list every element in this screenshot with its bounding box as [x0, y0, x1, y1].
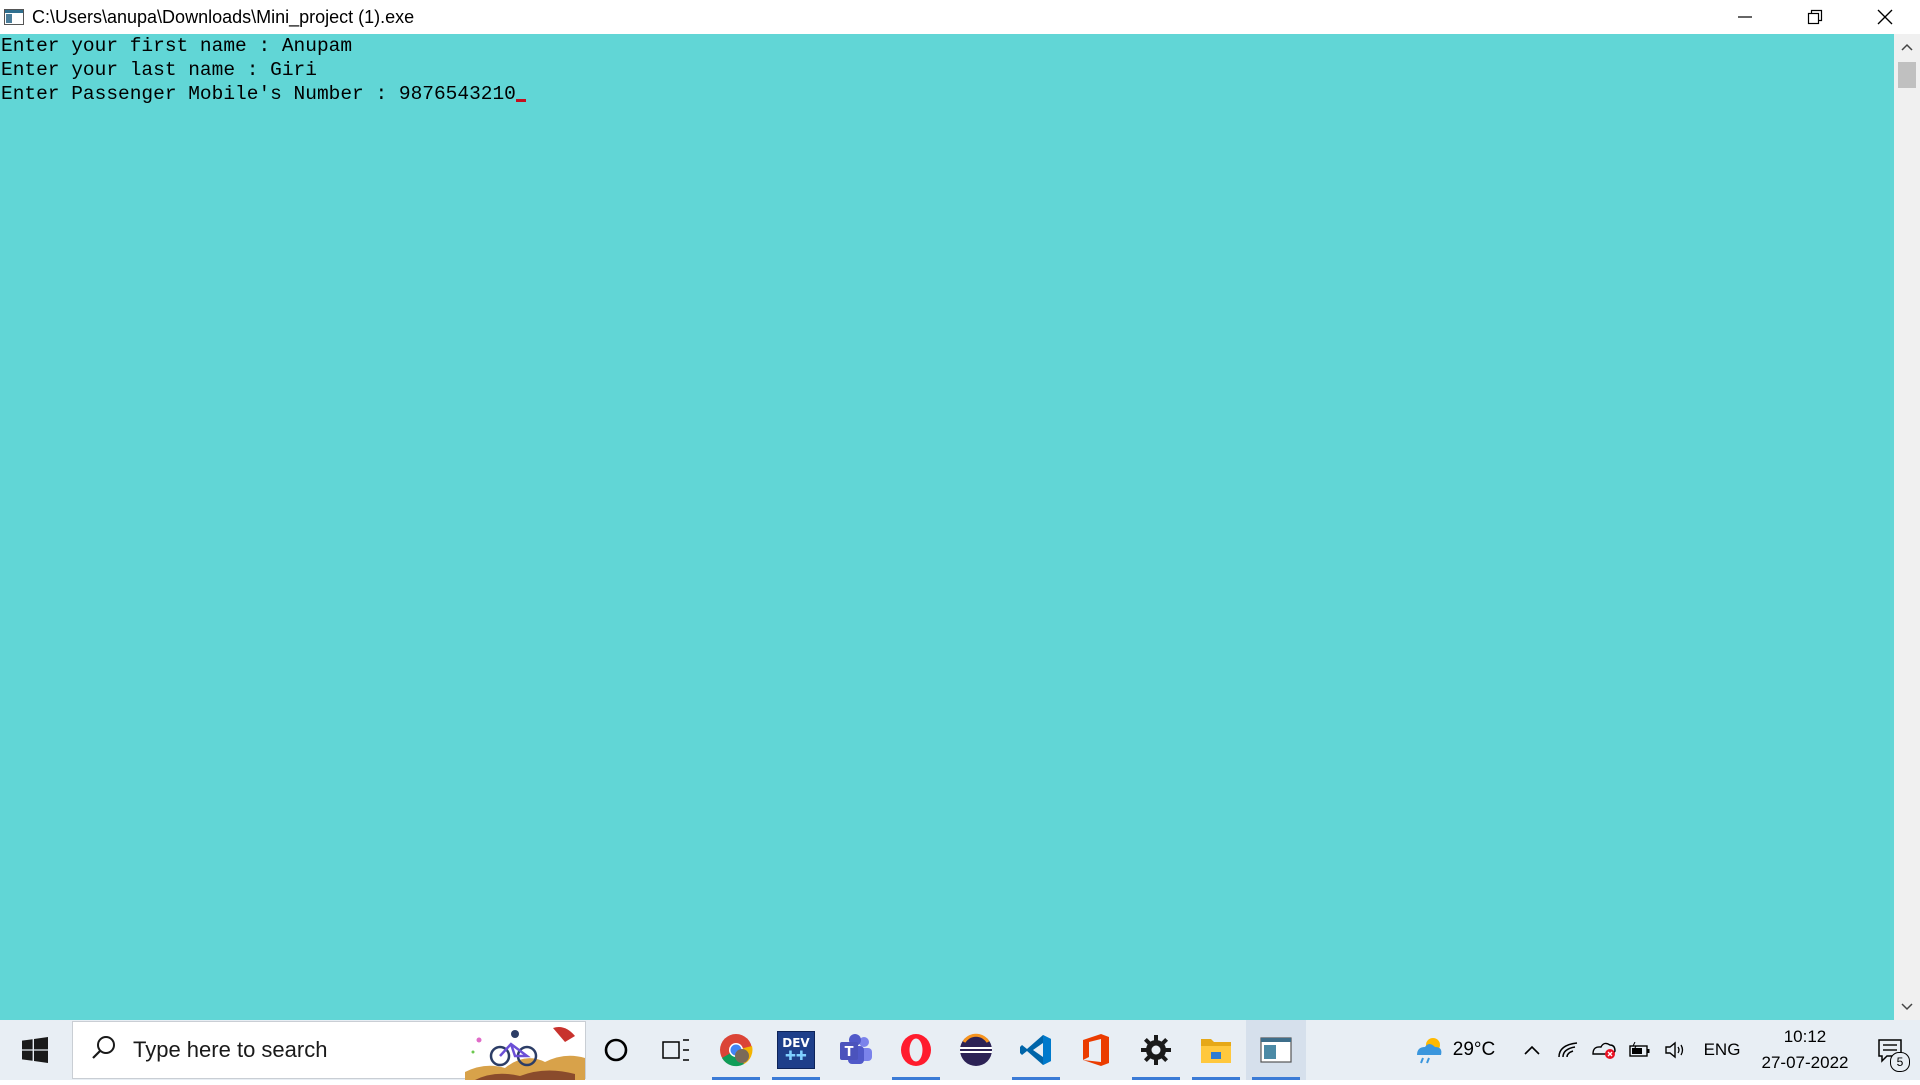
file-explorer-icon — [1201, 1039, 1231, 1063]
office-taskbar-button[interactable] — [1066, 1020, 1126, 1080]
minimize-button[interactable] — [1710, 0, 1780, 34]
teams-icon: T — [840, 1034, 872, 1064]
notifications-button[interactable]: 5 — [1860, 1020, 1920, 1080]
task-view-icon — [662, 1039, 689, 1061]
cortana-button[interactable] — [586, 1020, 646, 1080]
chrome-icon — [720, 1034, 753, 1067]
devcpp-taskbar-button[interactable]: DEV ✚✚ — [766, 1020, 826, 1080]
wifi-icon — [1558, 1042, 1578, 1058]
devcpp-icon: DEV ✚✚ — [777, 1031, 815, 1069]
vscode-taskbar-button[interactable] — [1006, 1020, 1066, 1080]
devcpp-plus-plus-icon: ✚✚ — [785, 1049, 807, 1064]
clock-date: 27-07-2022 — [1761, 1053, 1849, 1072]
opera-taskbar-button[interactable] — [886, 1020, 946, 1080]
vscode-icon — [1020, 1035, 1051, 1065]
console-output[interactable]: Enter your first name : Anupam Enter you… — [0, 34, 1894, 1020]
window-title: C:\Users\anupa\Downloads\Mini_project (1… — [32, 6, 415, 27]
minimize-icon — [1738, 16, 1752, 18]
search-icon — [91, 1035, 117, 1066]
console-window: C:\Users\anupa\Downloads\Mini_project (1… — [0, 0, 1920, 1020]
onedrive-button[interactable] — [1586, 1020, 1622, 1080]
eclipse-icon — [960, 1033, 992, 1066]
chevron-up-icon — [1901, 43, 1913, 51]
network-button[interactable] — [1550, 1020, 1586, 1080]
system-tray: 29°C ENG 10:12 27-07-2022 5 — [1394, 1020, 1920, 1080]
chrome-taskbar-button[interactable] — [706, 1020, 766, 1080]
console-line: Enter your first name : Anupam — [1, 35, 353, 57]
speaker-icon — [1665, 1041, 1684, 1059]
scroll-down-button[interactable] — [1894, 994, 1920, 1020]
vertical-scrollbar[interactable] — [1894, 34, 1920, 1020]
svg-text:T: T — [845, 1045, 854, 1060]
volume-button[interactable] — [1658, 1020, 1694, 1080]
start-button[interactable] — [0, 1020, 70, 1080]
search-highlight-illustration-icon — [465, 1022, 585, 1080]
chevron-up-icon — [1524, 1045, 1540, 1055]
battery-button[interactable] — [1622, 1020, 1658, 1080]
chevron-down-icon — [1901, 1003, 1913, 1011]
taskbar-search-box[interactable]: Type here to search — [72, 1021, 586, 1080]
close-icon — [1877, 9, 1893, 25]
console-input-line: Enter Passenger Mobile's Number : 987654… — [0, 82, 1894, 106]
scroll-up-button[interactable] — [1894, 34, 1920, 60]
battery-charging-icon — [1629, 1042, 1650, 1057]
notification-count-badge: 5 — [1890, 1052, 1910, 1072]
close-button[interactable] — [1850, 0, 1920, 34]
clock[interactable]: 10:12 27-07-2022 — [1750, 1020, 1860, 1080]
console-line: Enter your last name : Giri — [1, 59, 317, 81]
settings-taskbar-button[interactable] — [1126, 1020, 1186, 1080]
taskbar: Type here to search DEV ✚✚ T 29°C ENG 10… — [0, 1020, 1920, 1080]
console-line-text: Enter Passenger Mobile's Number : 987654… — [1, 83, 516, 105]
input-language[interactable]: ENG — [1694, 1020, 1750, 1080]
teams-taskbar-button[interactable]: T — [826, 1020, 886, 1080]
opera-icon — [901, 1034, 931, 1066]
eclipse-taskbar-button[interactable] — [946, 1020, 1006, 1080]
text-cursor — [515, 99, 526, 102]
title-bar[interactable]: C:\Users\anupa\Downloads\Mini_project (1… — [0, 0, 1920, 34]
office-icon — [1083, 1034, 1109, 1066]
task-view-button[interactable] — [646, 1020, 706, 1080]
console-app-icon — [4, 9, 24, 25]
restore-icon — [1807, 9, 1823, 25]
weather-temperature: 29°C — [1452, 1039, 1496, 1060]
settings-icon — [1141, 1035, 1171, 1065]
scroll-thumb[interactable] — [1898, 62, 1916, 88]
clock-time: 10:12 — [1783, 1027, 1827, 1046]
show-hidden-icons-button[interactable] — [1514, 1020, 1550, 1080]
weather-rain-icon — [1416, 1038, 1442, 1064]
file-explorer-taskbar-button[interactable] — [1186, 1020, 1246, 1080]
console-window-icon — [1260, 1037, 1292, 1063]
console-taskbar-button[interactable] — [1246, 1020, 1306, 1080]
restore-button[interactable] — [1780, 0, 1850, 34]
search-placeholder: Type here to search — [133, 1037, 328, 1062]
onedrive-error-icon — [1592, 1042, 1616, 1059]
windows-logo-icon — [22, 1037, 48, 1063]
cortana-icon — [604, 1038, 628, 1062]
weather-widget[interactable]: 29°C — [1394, 1020, 1514, 1080]
